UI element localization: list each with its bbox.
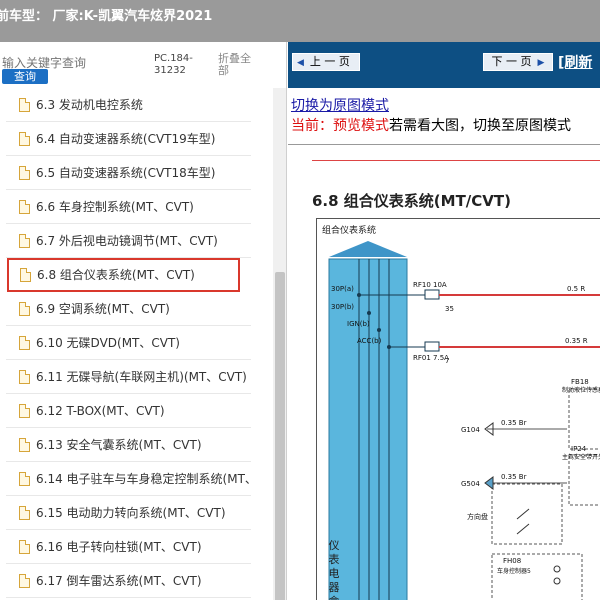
tree-item-label: 6.13 安全气囊系统(MT、CVT) — [36, 438, 202, 452]
label-ip24: IP24 — [571, 445, 587, 453]
document-icon — [19, 573, 30, 588]
search-button[interactable]: 查询 — [2, 69, 48, 84]
label-pin-7: 7 — [445, 357, 449, 365]
tree-item-label: 6.14 电子驻车与车身稳定控制系统(MT、 — [36, 472, 257, 486]
document-icon — [19, 97, 30, 112]
label-rf01: RF01 7.5A — [413, 354, 449, 362]
previous-page-label: 上 一 页 — [309, 55, 350, 68]
page-nav-bar: ◀ 上 一 页 下 一 页 ▶ [刷新 — [288, 42, 600, 88]
label-steering-wheel: 方向盘 — [467, 512, 488, 521]
window-title: 前车型： 厂家:K-凯翼汽车炫界2021 — [0, 9, 213, 24]
status-prefix: 当前：预览模式 — [291, 118, 389, 134]
label-body-controller: 车身控制器5 — [497, 567, 531, 575]
document-title: 6.8 组合仪表系统(MT/CVT) — [312, 192, 511, 210]
tree-item-selected[interactable]: 6.8 组合仪表系统(MT、CVT) — [7, 258, 240, 292]
tree-item-label: 6.4 自动变速器系统(CVT19车型) — [36, 132, 216, 146]
document-icon — [20, 267, 31, 282]
tree-item-label: 6.11 无碟导航(车联网主机)(MT、CVT) — [36, 370, 247, 384]
tree-item[interactable]: 6.4 自动变速器系统(CVT19车型) — [6, 122, 251, 156]
document-icon — [19, 539, 30, 554]
arrow-left-icon: ◀ — [297, 58, 304, 68]
document-icon — [19, 437, 30, 452]
tree-item-label: 6.9 空调系统(MT、CVT) — [36, 302, 170, 316]
tree-item-label: 6.5 自动变速器系统(CVT18车型) — [36, 166, 216, 180]
label-fb18: FB18 — [571, 378, 589, 386]
label-wire-035br: 0.35 Br — [501, 419, 527, 427]
navigation-panel: 查询 PC.184-31232 折叠全部 6.3 发动机电控系统 6.4 自动变速… — [0, 42, 287, 600]
tree-item[interactable]: 6.7 外后视电动镜调节(MT、CVT) — [6, 224, 251, 258]
document-icon — [19, 233, 30, 248]
label-seatbelt-switch: 主驾安全带开关 — [562, 453, 600, 461]
arrow-right-icon: ▶ — [537, 58, 545, 68]
document-icon — [19, 199, 30, 214]
tree-item-label: 6.3 发动机电控系统 — [36, 98, 143, 112]
fuse-box-label: 仪表电器盒 — [328, 539, 340, 600]
divider — [288, 144, 600, 145]
tree-item[interactable]: 6.6 车身控制系统(MT、CVT) — [6, 190, 251, 224]
document-icon — [19, 505, 30, 520]
document-icon — [19, 301, 30, 316]
tree-item[interactable]: 6.16 电子转向柱锁(MT、CVT) — [6, 530, 251, 564]
document-icon — [19, 471, 30, 486]
label-brake-sensor: 制动液位传感器 — [562, 386, 600, 394]
tree-item[interactable]: 6.9 空调系统(MT、CVT) — [6, 292, 251, 326]
document-page: 6.8 组合仪表系统(MT/CVT) 组合仪表系统 30P(a) 30P(b) … — [288, 146, 600, 600]
wiring-diagram: 组合仪表系统 30P(a) 30P(b) IGN(b) ACC(b) RF10 … — [316, 218, 600, 600]
search-bar: 查询 PC.184-31232 折叠全部 — [0, 42, 286, 90]
tree-item[interactable]: 6.15 电动助力转向系统(MT、CVT) — [6, 496, 251, 530]
tree-item[interactable]: 6.12 T-BOX(MT、CVT) — [6, 394, 251, 428]
tree-item-label: 6.6 车身控制系统(MT、CVT) — [36, 200, 194, 214]
view-mode-status: 当前：预览模式若需看大图，切换至原图模式 — [291, 115, 571, 135]
header-rule — [312, 160, 600, 161]
tree-item[interactable]: 6.3 发动机电控系统 — [6, 88, 251, 122]
section-tree: 6.3 发动机电控系统 6.4 自动变速器系统(CVT19车型) 6.5 自动变速器… — [0, 88, 273, 600]
label-30p-a: 30P(a) — [331, 285, 354, 293]
tree-item[interactable]: 6.11 无碟导航(车联网主机)(MT、CVT) — [6, 360, 251, 394]
label-g504: G504 — [461, 480, 480, 488]
window-title-bar: 前车型： 厂家:K-凯翼汽车炫界2021 — [0, 0, 600, 42]
label-wire-05r: 0.5 R — [567, 285, 585, 293]
document-icon — [19, 335, 30, 350]
label-fh08: FH08 — [503, 557, 521, 565]
collapse-all-button[interactable]: 折叠全部 — [218, 53, 254, 77]
tree-item[interactable]: 6.13 安全气囊系统(MT、CVT) — [6, 428, 251, 462]
next-page-label: 下 一 页 — [491, 55, 532, 68]
status-suffix: 若需看大图，切换至原图模式 — [389, 118, 571, 134]
label-30p-b: 30P(b) — [331, 303, 354, 311]
label-wire-035r: 0.35 R — [565, 337, 588, 345]
label-g104: G104 — [461, 426, 480, 434]
tree-item-label: 6.15 电动助力转向系统(MT、CVT) — [36, 506, 226, 520]
label-rf10: RF10 10A — [413, 281, 447, 289]
next-page-button[interactable]: 下 一 页 ▶ — [483, 53, 553, 71]
label-pin-35: 35 — [445, 305, 454, 313]
tree-item-label: 6.7 外后视电动镜调节(MT、CVT) — [36, 234, 218, 248]
document-icon — [19, 369, 30, 384]
label-acc: ACC(b) — [357, 337, 382, 345]
document-icon — [19, 403, 30, 418]
label-wire-035br-2: 0.35 Br — [501, 473, 527, 481]
refresh-link[interactable]: [刷新 — [558, 52, 592, 72]
previous-page-button[interactable]: ◀ 上 一 页 — [292, 53, 360, 71]
scrollbar-thumb[interactable] — [275, 272, 285, 600]
wiring-diagram-drawing: 30P(a) 30P(b) IGN(b) ACC(b) RF10 10A RF0… — [328, 241, 600, 600]
tree-item-label: 6.8 组合仪表系统(MT、CVT) — [37, 268, 195, 282]
document-icon — [19, 131, 30, 146]
tree-item[interactable]: 6.5 自动变速器系统(CVT18车型) — [6, 156, 251, 190]
document-viewer: ◀ 上 一 页 下 一 页 ▶ [刷新 切换为原图模式 当前：预览模式若需看大图，切… — [288, 42, 600, 600]
tree-item[interactable]: 6.10 无碟DVD(MT、CVT) — [6, 326, 251, 360]
tree-item-label: 6.17 倒车雷达系统(MT、CVT) — [36, 574, 202, 588]
label-ign: IGN(b) — [347, 320, 370, 328]
tree-item-label: 6.12 T-BOX(MT、CVT) — [36, 404, 165, 418]
tree-item-label: 6.16 电子转向柱锁(MT、CVT) — [36, 540, 202, 554]
switch-original-mode-link[interactable]: 切换为原图模式 — [291, 95, 389, 115]
tree-item-label: 6.10 无碟DVD(MT、CVT) — [36, 336, 180, 350]
document-code: PC.184-31232 — [154, 53, 193, 76]
document-icon — [19, 165, 30, 180]
tree-item[interactable]: 6.17 倒车雷达系统(MT、CVT) — [6, 564, 251, 598]
tree-item[interactable]: 6.14 电子驻车与车身稳定控制系统(MT、 — [6, 462, 257, 496]
